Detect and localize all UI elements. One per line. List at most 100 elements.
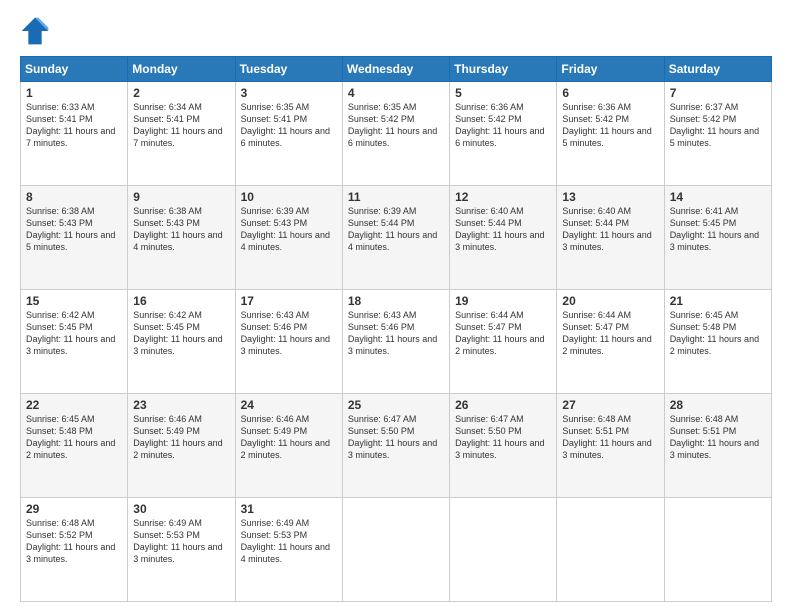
day-number: 20 xyxy=(562,294,658,308)
week-row-4: 22 Sunrise: 6:45 AMSunset: 5:48 PMDaylig… xyxy=(21,394,772,498)
day-cell: 9 Sunrise: 6:38 AMSunset: 5:43 PMDayligh… xyxy=(128,186,235,290)
day-info: Sunrise: 6:37 AMSunset: 5:42 PMDaylight:… xyxy=(670,101,766,150)
day-cell: 22 Sunrise: 6:45 AMSunset: 5:48 PMDaylig… xyxy=(21,394,128,498)
day-info: Sunrise: 6:39 AMSunset: 5:44 PMDaylight:… xyxy=(348,205,444,254)
day-cell xyxy=(557,498,664,602)
day-info: Sunrise: 6:44 AMSunset: 5:47 PMDaylight:… xyxy=(562,309,658,358)
day-cell: 28 Sunrise: 6:48 AMSunset: 5:51 PMDaylig… xyxy=(664,394,771,498)
day-cell: 13 Sunrise: 6:40 AMSunset: 5:44 PMDaylig… xyxy=(557,186,664,290)
weekday-row: SundayMondayTuesdayWednesdayThursdayFrid… xyxy=(21,57,772,82)
day-cell: 27 Sunrise: 6:48 AMSunset: 5:51 PMDaylig… xyxy=(557,394,664,498)
calendar-body: 1 Sunrise: 6:33 AMSunset: 5:41 PMDayligh… xyxy=(21,82,772,602)
day-info: Sunrise: 6:44 AMSunset: 5:47 PMDaylight:… xyxy=(455,309,551,358)
day-info: Sunrise: 6:47 AMSunset: 5:50 PMDaylight:… xyxy=(348,413,444,462)
day-info: Sunrise: 6:42 AMSunset: 5:45 PMDaylight:… xyxy=(133,309,229,358)
weekday-header-wednesday: Wednesday xyxy=(342,57,449,82)
day-info: Sunrise: 6:49 AMSunset: 5:53 PMDaylight:… xyxy=(241,517,337,566)
day-info: Sunrise: 6:43 AMSunset: 5:46 PMDaylight:… xyxy=(241,309,337,358)
logo xyxy=(20,16,54,46)
day-number: 14 xyxy=(670,190,766,204)
day-cell: 10 Sunrise: 6:39 AMSunset: 5:43 PMDaylig… xyxy=(235,186,342,290)
day-number: 11 xyxy=(348,190,444,204)
day-cell: 21 Sunrise: 6:45 AMSunset: 5:48 PMDaylig… xyxy=(664,290,771,394)
day-cell: 26 Sunrise: 6:47 AMSunset: 5:50 PMDaylig… xyxy=(450,394,557,498)
day-cell: 5 Sunrise: 6:36 AMSunset: 5:42 PMDayligh… xyxy=(450,82,557,186)
day-number: 27 xyxy=(562,398,658,412)
day-number: 10 xyxy=(241,190,337,204)
day-cell: 8 Sunrise: 6:38 AMSunset: 5:43 PMDayligh… xyxy=(21,186,128,290)
day-number: 17 xyxy=(241,294,337,308)
day-number: 31 xyxy=(241,502,337,516)
day-cell xyxy=(450,498,557,602)
day-cell: 3 Sunrise: 6:35 AMSunset: 5:41 PMDayligh… xyxy=(235,82,342,186)
day-number: 23 xyxy=(133,398,229,412)
day-info: Sunrise: 6:34 AMSunset: 5:41 PMDaylight:… xyxy=(133,101,229,150)
day-number: 26 xyxy=(455,398,551,412)
day-info: Sunrise: 6:42 AMSunset: 5:45 PMDaylight:… xyxy=(26,309,122,358)
day-info: Sunrise: 6:41 AMSunset: 5:45 PMDaylight:… xyxy=(670,205,766,254)
day-info: Sunrise: 6:36 AMSunset: 5:42 PMDaylight:… xyxy=(455,101,551,150)
day-number: 4 xyxy=(348,86,444,100)
weekday-header-tuesday: Tuesday xyxy=(235,57,342,82)
day-cell: 15 Sunrise: 6:42 AMSunset: 5:45 PMDaylig… xyxy=(21,290,128,394)
day-number: 24 xyxy=(241,398,337,412)
day-number: 30 xyxy=(133,502,229,516)
day-number: 12 xyxy=(455,190,551,204)
day-info: Sunrise: 6:43 AMSunset: 5:46 PMDaylight:… xyxy=(348,309,444,358)
day-info: Sunrise: 6:46 AMSunset: 5:49 PMDaylight:… xyxy=(241,413,337,462)
day-cell: 14 Sunrise: 6:41 AMSunset: 5:45 PMDaylig… xyxy=(664,186,771,290)
week-row-5: 29 Sunrise: 6:48 AMSunset: 5:52 PMDaylig… xyxy=(21,498,772,602)
day-cell: 24 Sunrise: 6:46 AMSunset: 5:49 PMDaylig… xyxy=(235,394,342,498)
day-number: 21 xyxy=(670,294,766,308)
day-number: 13 xyxy=(562,190,658,204)
day-info: Sunrise: 6:47 AMSunset: 5:50 PMDaylight:… xyxy=(455,413,551,462)
day-info: Sunrise: 6:38 AMSunset: 5:43 PMDaylight:… xyxy=(26,205,122,254)
day-info: Sunrise: 6:35 AMSunset: 5:42 PMDaylight:… xyxy=(348,101,444,150)
day-info: Sunrise: 6:45 AMSunset: 5:48 PMDaylight:… xyxy=(26,413,122,462)
day-number: 7 xyxy=(670,86,766,100)
day-cell: 12 Sunrise: 6:40 AMSunset: 5:44 PMDaylig… xyxy=(450,186,557,290)
day-cell: 23 Sunrise: 6:46 AMSunset: 5:49 PMDaylig… xyxy=(128,394,235,498)
day-number: 15 xyxy=(26,294,122,308)
weekday-header-sunday: Sunday xyxy=(21,57,128,82)
day-number: 29 xyxy=(26,502,122,516)
day-number: 9 xyxy=(133,190,229,204)
day-info: Sunrise: 6:46 AMSunset: 5:49 PMDaylight:… xyxy=(133,413,229,462)
day-cell xyxy=(342,498,449,602)
day-number: 8 xyxy=(26,190,122,204)
page: SundayMondayTuesdayWednesdayThursdayFrid… xyxy=(0,0,792,612)
day-cell: 2 Sunrise: 6:34 AMSunset: 5:41 PMDayligh… xyxy=(128,82,235,186)
day-cell: 19 Sunrise: 6:44 AMSunset: 5:47 PMDaylig… xyxy=(450,290,557,394)
week-row-2: 8 Sunrise: 6:38 AMSunset: 5:43 PMDayligh… xyxy=(21,186,772,290)
day-cell: 25 Sunrise: 6:47 AMSunset: 5:50 PMDaylig… xyxy=(342,394,449,498)
calendar-table: SundayMondayTuesdayWednesdayThursdayFrid… xyxy=(20,56,772,602)
day-number: 28 xyxy=(670,398,766,412)
weekday-header-thursday: Thursday xyxy=(450,57,557,82)
day-number: 16 xyxy=(133,294,229,308)
day-cell: 17 Sunrise: 6:43 AMSunset: 5:46 PMDaylig… xyxy=(235,290,342,394)
week-row-3: 15 Sunrise: 6:42 AMSunset: 5:45 PMDaylig… xyxy=(21,290,772,394)
logo-icon xyxy=(20,16,50,46)
day-info: Sunrise: 6:48 AMSunset: 5:51 PMDaylight:… xyxy=(562,413,658,462)
day-info: Sunrise: 6:40 AMSunset: 5:44 PMDaylight:… xyxy=(455,205,551,254)
day-info: Sunrise: 6:39 AMSunset: 5:43 PMDaylight:… xyxy=(241,205,337,254)
day-number: 25 xyxy=(348,398,444,412)
day-number: 22 xyxy=(26,398,122,412)
day-info: Sunrise: 6:49 AMSunset: 5:53 PMDaylight:… xyxy=(133,517,229,566)
day-info: Sunrise: 6:48 AMSunset: 5:51 PMDaylight:… xyxy=(670,413,766,462)
day-number: 3 xyxy=(241,86,337,100)
day-cell: 20 Sunrise: 6:44 AMSunset: 5:47 PMDaylig… xyxy=(557,290,664,394)
day-number: 5 xyxy=(455,86,551,100)
day-cell: 6 Sunrise: 6:36 AMSunset: 5:42 PMDayligh… xyxy=(557,82,664,186)
calendar-header: SundayMondayTuesdayWednesdayThursdayFrid… xyxy=(21,57,772,82)
day-number: 2 xyxy=(133,86,229,100)
weekday-header-monday: Monday xyxy=(128,57,235,82)
day-number: 19 xyxy=(455,294,551,308)
day-cell: 1 Sunrise: 6:33 AMSunset: 5:41 PMDayligh… xyxy=(21,82,128,186)
day-cell: 30 Sunrise: 6:49 AMSunset: 5:53 PMDaylig… xyxy=(128,498,235,602)
day-number: 6 xyxy=(562,86,658,100)
weekday-header-friday: Friday xyxy=(557,57,664,82)
day-info: Sunrise: 6:45 AMSunset: 5:48 PMDaylight:… xyxy=(670,309,766,358)
week-row-1: 1 Sunrise: 6:33 AMSunset: 5:41 PMDayligh… xyxy=(21,82,772,186)
day-cell: 18 Sunrise: 6:43 AMSunset: 5:46 PMDaylig… xyxy=(342,290,449,394)
